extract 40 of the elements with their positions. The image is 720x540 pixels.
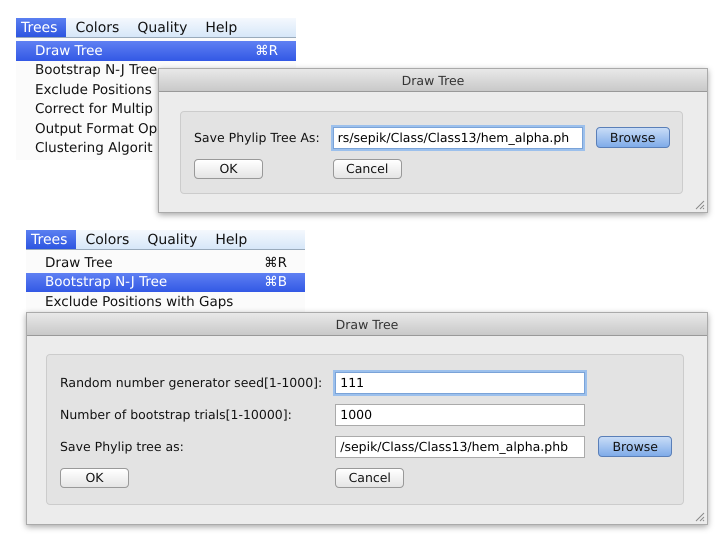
resize-grip-icon[interactable] bbox=[695, 512, 705, 522]
menu-item-label: Exclude Positions bbox=[35, 82, 152, 98]
menu-item-label: Bootstrap N-J Tree bbox=[35, 62, 158, 78]
menu-item[interactable]: Draw Tree ⌘R bbox=[26, 253, 305, 272]
menu-item[interactable]: Draw Tree ⌘R bbox=[16, 41, 296, 60]
shortcut-label: ⌘B bbox=[264, 274, 287, 290]
dialog-title: Draw Tree bbox=[27, 313, 707, 336]
menu-bar-item[interactable]: Help bbox=[196, 18, 246, 37]
ok-button[interactable]: OK bbox=[60, 468, 129, 488]
menu-bar-item[interactable]: Quality bbox=[128, 18, 196, 37]
menu-bar-item[interactable]: Colors bbox=[76, 230, 138, 249]
menu-item[interactable]: Exclude Positions with Gaps bbox=[26, 292, 305, 312]
browse-button[interactable]: Browse bbox=[598, 436, 672, 457]
shortcut-label: ⌘R bbox=[264, 254, 287, 271]
resize-grip-icon[interactable] bbox=[695, 200, 705, 210]
text-field[interactable]: rs/sepik/Class/Class13/hem_alpha.ph bbox=[332, 126, 583, 148]
menu-item-label: Draw Tree bbox=[45, 254, 113, 271]
menu-bar-item[interactable]: Quality bbox=[138, 230, 206, 249]
menu-bar-item[interactable]: Trees bbox=[16, 18, 66, 37]
text-field[interactable]: /sepik/Class/Class13/hem_alpha.phb bbox=[335, 436, 586, 458]
ok-button[interactable]: OK bbox=[194, 158, 263, 178]
field-label: Save Phylip tree as: bbox=[60, 439, 185, 454]
menu-item-label: Correct for Multip bbox=[35, 101, 153, 118]
text-field[interactable]: 111 bbox=[335, 372, 586, 394]
shortcut-label: ⌘R bbox=[255, 42, 278, 59]
dialog-title: Draw Tree bbox=[159, 69, 707, 92]
menu-item-label: Bootstrap N-J Tree bbox=[45, 274, 168, 290]
menu-bar-item[interactable]: Help bbox=[206, 230, 256, 249]
field-label: Save Phylip Tree As: bbox=[194, 130, 320, 145]
cancel-button[interactable]: Cancel bbox=[332, 158, 402, 178]
menu-item-label: Exclude Positions with Gaps bbox=[45, 294, 234, 310]
cancel-button[interactable]: Cancel bbox=[335, 468, 404, 488]
field-label: Random number generator seed[1-1000]: bbox=[60, 375, 322, 390]
text-field[interactable]: 1000 bbox=[335, 404, 586, 426]
menu-item[interactable]: Bootstrap N-J Tree ⌘B bbox=[26, 272, 305, 292]
browse-button[interactable]: Browse bbox=[596, 127, 670, 148]
menu-bar-item[interactable]: Colors bbox=[66, 18, 128, 37]
field-label: Number of bootstrap trials[1-10000]: bbox=[60, 407, 293, 422]
menu-bar-item[interactable]: Trees bbox=[26, 230, 76, 249]
menu-item-label: Draw Tree bbox=[35, 42, 103, 59]
